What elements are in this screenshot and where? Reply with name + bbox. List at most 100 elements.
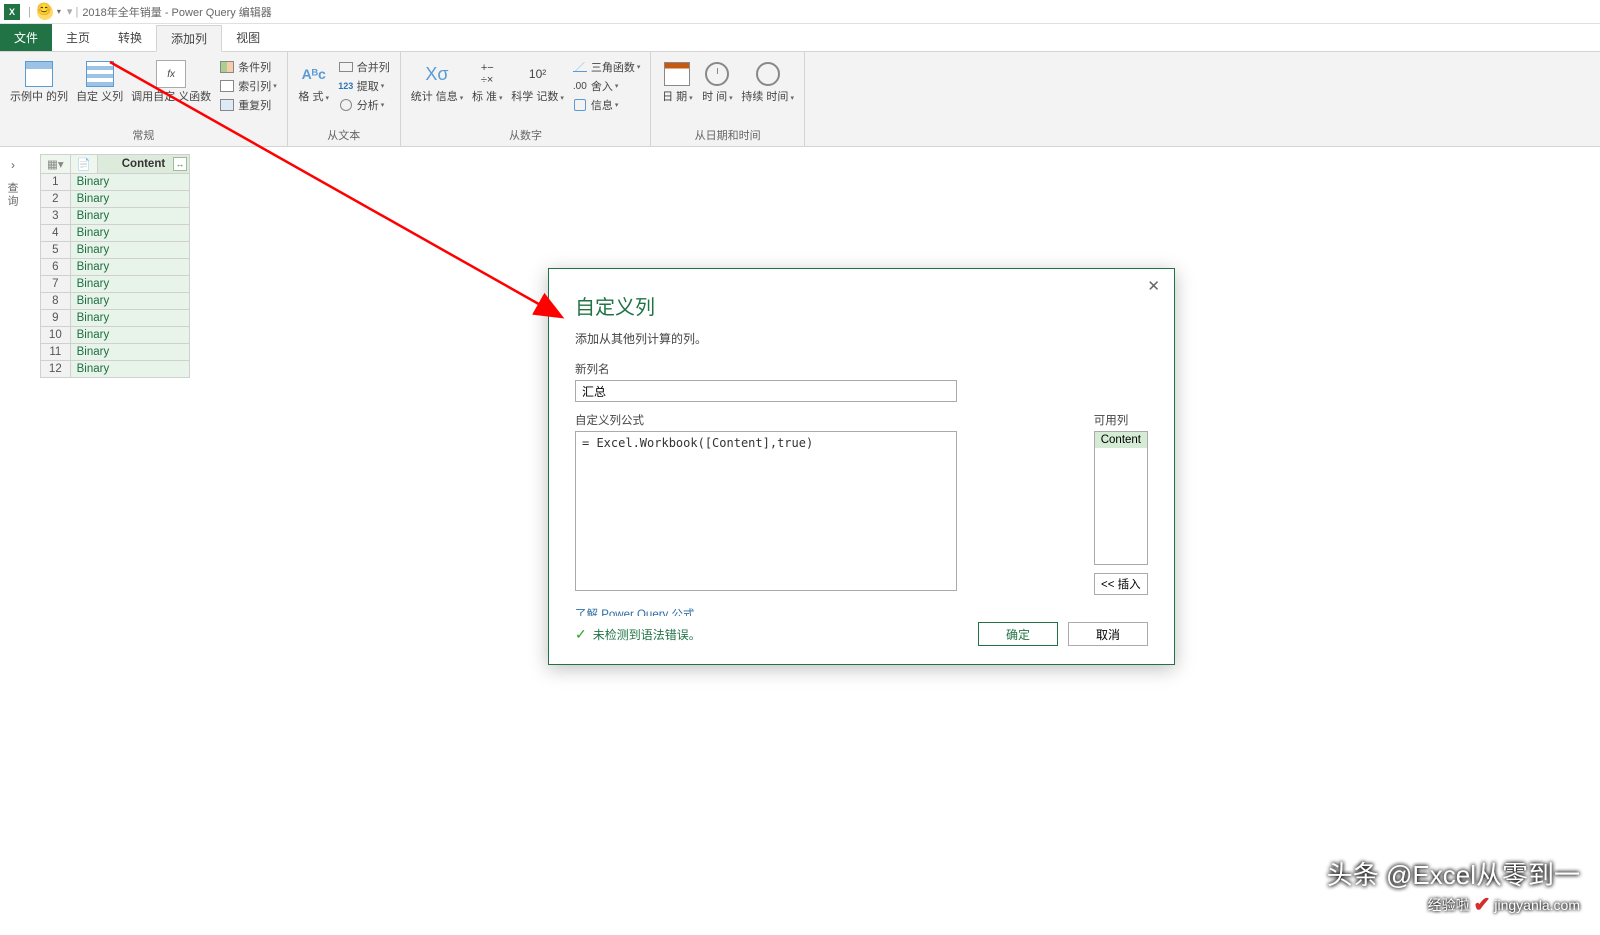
cell-content[interactable]: Binary <box>70 361 189 378</box>
available-columns-list[interactable]: Content <box>1094 431 1148 565</box>
table-row[interactable]: 5Binary <box>41 242 190 259</box>
table-corner[interactable]: ▦▾ <box>41 155 71 174</box>
chevron-down-icon[interactable]: ▾ <box>499 95 503 102</box>
tab-view[interactable]: 视图 <box>222 24 274 51</box>
column-header-content[interactable]: Content ↔ <box>97 155 189 174</box>
column-type-icon[interactable]: 📄 <box>70 155 97 174</box>
date-button[interactable]: 日 期▾ <box>657 56 697 106</box>
label: 索引列 <box>238 78 271 94</box>
ok-button[interactable]: 确定 <box>978 622 1058 646</box>
merge-columns-button[interactable]: 合并列 <box>334 58 394 76</box>
formula-textarea[interactable]: = Excel.Workbook([Content],true) <box>575 431 957 591</box>
cell-content[interactable]: Binary <box>70 327 189 344</box>
chevron-down-icon[interactable]: ▾ <box>381 82 385 90</box>
table-row[interactable]: 11Binary <box>41 344 190 361</box>
table-row[interactable]: 6Binary <box>41 259 190 276</box>
chevron-down-icon[interactable]: ▾ <box>273 82 277 90</box>
learn-pq-formula-link[interactable]: 了解 Power Query 公式 <box>575 606 695 616</box>
chevron-down-icon[interactable]: ▾ <box>325 95 329 102</box>
table-row[interactable]: 4Binary <box>41 225 190 242</box>
tab-transform[interactable]: 转换 <box>104 24 156 51</box>
available-column-item[interactable]: Content <box>1095 432 1147 448</box>
row-number: 9 <box>41 310 71 327</box>
insert-button[interactable]: << 插入 <box>1094 573 1148 595</box>
label: 科学 记数 <box>511 91 558 103</box>
label: 三角函数 <box>591 59 635 75</box>
scientific-button[interactable]: 10² 科学 记数▾ <box>507 56 568 106</box>
tab-add-column[interactable]: 添加列 <box>156 25 222 52</box>
column-from-examples-button[interactable]: 示例中 的列 <box>6 56 72 106</box>
cell-content[interactable]: Binary <box>70 259 189 276</box>
invoke-custom-function-button[interactable]: fx 调用自定 义函数 <box>127 56 215 106</box>
chevron-down-icon[interactable]: ▾ <box>637 63 641 71</box>
label: 示例中 的列 <box>10 91 68 104</box>
row-number: 3 <box>41 208 71 225</box>
preview-table[interactable]: ▦▾ 📄 Content ↔ 1Binary2Binary3Binary4Bin… <box>40 154 190 378</box>
table-row[interactable]: 1Binary <box>41 174 190 191</box>
table-row[interactable]: 2Binary <box>41 191 190 208</box>
data-preview: ▦▾ 📄 Content ↔ 1Binary2Binary3Binary4Bin… <box>40 154 190 378</box>
chevron-down-icon[interactable]: ▾ <box>689 95 693 102</box>
row-number: 4 <box>41 225 71 242</box>
tab-file[interactable]: 文件 <box>0 24 52 51</box>
cell-content[interactable]: Binary <box>70 276 189 293</box>
parse-button[interactable]: 分析▾ <box>334 96 394 114</box>
status-text: 未检测到语法错误。 <box>593 626 701 643</box>
custom-column-button[interactable]: 自定 义列 <box>72 56 127 106</box>
standard-button[interactable]: +−÷× 标 准▾ <box>467 56 507 106</box>
cell-content[interactable]: Binary <box>70 310 189 327</box>
table-row[interactable]: 12Binary <box>41 361 190 378</box>
cell-content[interactable]: Binary <box>70 225 189 242</box>
cell-content[interactable]: Binary <box>70 208 189 225</box>
conditional-column-button[interactable]: 条件列 <box>215 58 281 76</box>
chevron-down-icon[interactable]: ▾ <box>460 95 464 102</box>
table-row[interactable]: 8Binary <box>41 293 190 310</box>
label: 调用自定 义函数 <box>131 91 211 104</box>
group-label: 从数字 <box>401 125 651 146</box>
index-column-button[interactable]: 索引列▾ <box>215 77 281 95</box>
format-button[interactable]: Aᴮc 格 式▾ <box>294 56 334 106</box>
row-number: 6 <box>41 259 71 276</box>
new-column-name-input[interactable] <box>575 380 957 402</box>
chevron-down-icon[interactable]: ▾ <box>560 95 564 102</box>
row-number: 1 <box>41 174 71 191</box>
title-bar: X | ▾ ▾ | 2018年全年销量 - Power Query 编辑器 <box>0 0 1600 24</box>
duration-button[interactable]: 持续 时间▾ <box>737 56 798 106</box>
label: 舍入 <box>591 78 613 94</box>
chevron-down-icon[interactable]: ▾ <box>381 101 385 109</box>
information-button[interactable]: 信息▾ <box>568 96 645 114</box>
chevron-down-icon[interactable]: ▾ <box>615 82 619 90</box>
chevron-down-icon[interactable]: ▾ <box>729 95 733 102</box>
table-row[interactable]: 3Binary <box>41 208 190 225</box>
cell-content[interactable]: Binary <box>70 191 189 208</box>
table-row[interactable]: 10Binary <box>41 327 190 344</box>
chevron-down-icon[interactable]: ▾ <box>615 101 619 109</box>
checkmark-icon: ✔ <box>1474 892 1491 917</box>
column-header-label: Content <box>122 158 165 170</box>
cell-content[interactable]: Binary <box>70 293 189 310</box>
cell-content[interactable]: Binary <box>70 344 189 361</box>
cancel-button[interactable]: 取消 <box>1068 622 1148 646</box>
smiley-icon[interactable] <box>37 4 53 20</box>
time-button[interactable]: 时 间▾ <box>697 56 737 106</box>
sep2: ▾ | <box>67 5 78 18</box>
duplicate-column-button[interactable]: 重复列 <box>215 96 281 114</box>
extract-button[interactable]: 123提取▾ <box>334 77 394 95</box>
label: 日 期 <box>662 91 687 103</box>
row-number: 7 <box>41 276 71 293</box>
rounding-button[interactable]: .00舍入▾ <box>568 77 645 95</box>
new-column-name-label: 新列名 <box>575 361 1148 377</box>
trig-button[interactable]: 三角函数▾ <box>568 58 645 76</box>
table-row[interactable]: 9Binary <box>41 310 190 327</box>
cell-content[interactable]: Binary <box>70 174 189 191</box>
close-button[interactable]: ✕ <box>1141 275 1166 297</box>
checkmark-icon: ✓ <box>575 626 587 643</box>
table-row[interactable]: 7Binary <box>41 276 190 293</box>
statistics-button[interactable]: Xσ 统计 信息▾ <box>407 56 468 106</box>
tab-home[interactable]: 主页 <box>52 24 104 51</box>
chevron-down-icon[interactable]: ▾ <box>57 7 61 16</box>
queries-pane-toggle[interactable]: › <box>0 152 26 178</box>
chevron-down-icon[interactable]: ▾ <box>790 95 794 102</box>
cell-content[interactable]: Binary <box>70 242 189 259</box>
expand-column-icon[interactable]: ↔ <box>173 157 187 171</box>
